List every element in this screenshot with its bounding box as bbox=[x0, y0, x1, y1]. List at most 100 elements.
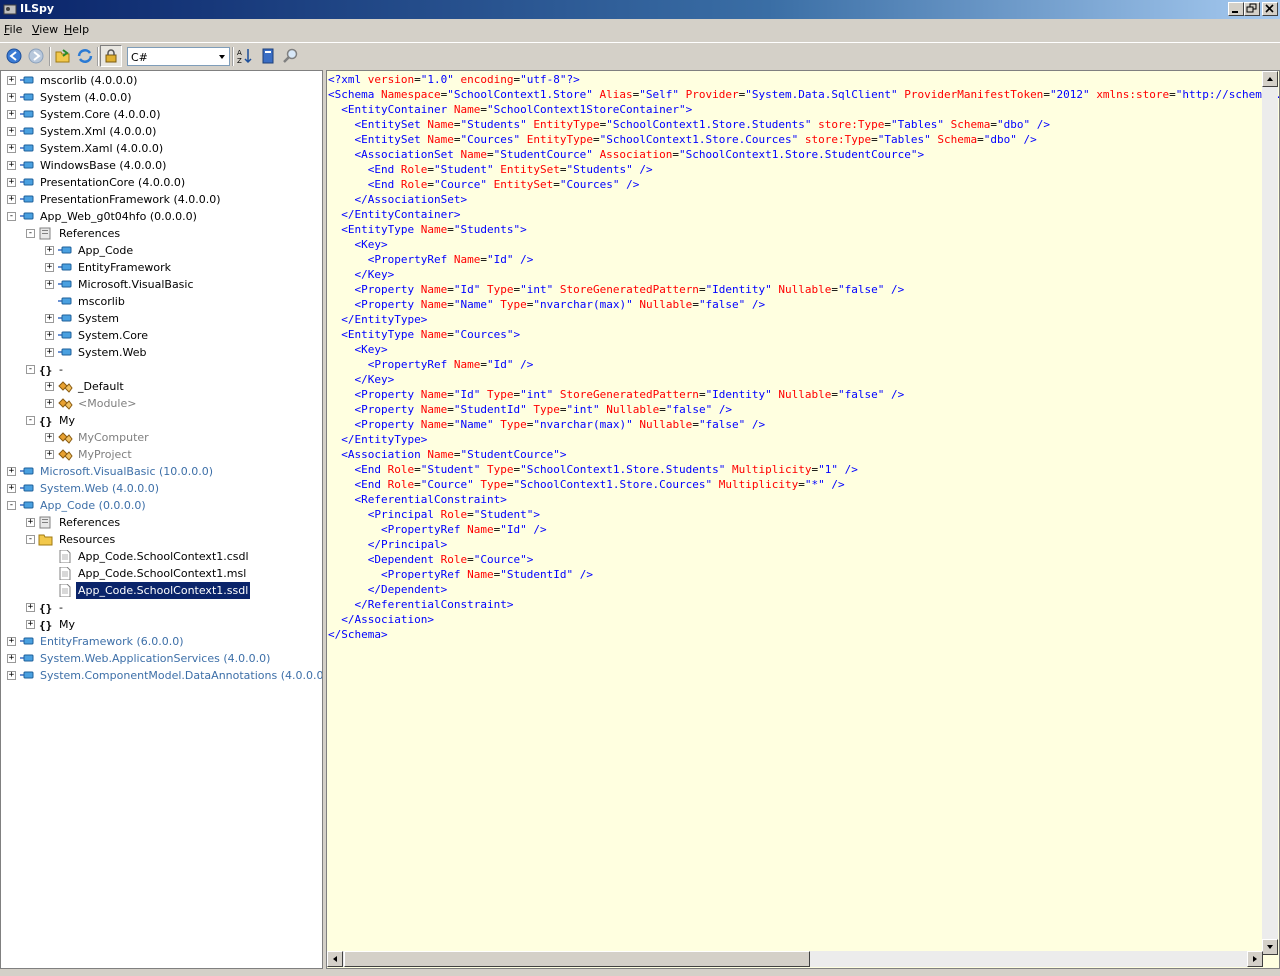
expand-icon[interactable]: + bbox=[7, 637, 16, 646]
code-line: <End Role="Cource" Type="SchoolContext1.… bbox=[354, 478, 845, 491]
close-icon bbox=[1265, 4, 1274, 13]
expand-icon[interactable]: + bbox=[7, 144, 16, 153]
minimize-button[interactable] bbox=[1228, 2, 1244, 16]
arrow-left-icon[interactable] bbox=[5, 47, 23, 65]
assembly-icon bbox=[19, 669, 35, 682]
refresh-icon[interactable] bbox=[76, 47, 94, 65]
status-bar bbox=[0, 969, 1280, 976]
expand-icon[interactable]: + bbox=[45, 348, 54, 357]
arrow-up-icon bbox=[1267, 77, 1273, 81]
expand-icon[interactable]: + bbox=[7, 110, 16, 119]
code-line: </ReferentialConstraint> bbox=[354, 598, 514, 611]
tree-node-label: mscorlib bbox=[78, 295, 125, 308]
tree-node-label: Microsoft.VisualBasic (10.0.0.0) bbox=[40, 465, 214, 478]
book-icon[interactable] bbox=[259, 47, 277, 65]
tree-node-label: <Module> bbox=[78, 397, 137, 410]
tree-node-label: My bbox=[59, 618, 76, 631]
tree-node-label: _Default bbox=[78, 380, 124, 393]
tree-node-label: WindowsBase (4.0.0.0) bbox=[40, 159, 167, 172]
expand-icon[interactable]: + bbox=[45, 382, 54, 391]
expand-icon[interactable]: + bbox=[7, 654, 16, 663]
namespace-icon: {} bbox=[38, 601, 54, 615]
expand-icon[interactable]: + bbox=[45, 331, 54, 340]
menu-bar: File View Help bbox=[0, 19, 1280, 41]
assembly-icon bbox=[57, 312, 73, 325]
tree-node-label: System.Xaml (4.0.0.0) bbox=[40, 142, 164, 155]
collapse-icon[interactable]: - bbox=[26, 365, 35, 374]
code-line: <PropertyRef Name="StudentId" /> bbox=[380, 568, 593, 581]
code-line: <EntitySet Name="Cources" EntityType="Sc… bbox=[354, 133, 1037, 146]
expand-icon[interactable]: + bbox=[7, 161, 16, 170]
collapse-icon[interactable]: - bbox=[26, 535, 35, 544]
expand-icon[interactable]: + bbox=[45, 246, 54, 255]
class-icon bbox=[57, 448, 73, 461]
search-icon[interactable] bbox=[282, 47, 300, 65]
scroll-down-button[interactable] bbox=[1262, 939, 1278, 955]
collapse-icon[interactable]: - bbox=[26, 416, 35, 425]
horizontal-scroll-thumb[interactable] bbox=[344, 951, 810, 967]
arrow-right-icon[interactable] bbox=[27, 47, 45, 65]
expand-icon[interactable]: + bbox=[7, 195, 16, 204]
assembly-icon bbox=[57, 261, 73, 274]
code-line: </Association> bbox=[341, 613, 434, 626]
tree-node-label: App_Web_g0t04hfo (0.0.0.0) bbox=[40, 210, 197, 223]
tree-node-label: System.Web (4.0.0.0) bbox=[40, 482, 160, 495]
scroll-up-button[interactable] bbox=[1262, 71, 1278, 87]
references-icon bbox=[38, 227, 54, 240]
close-button[interactable] bbox=[1262, 2, 1278, 16]
expand-icon[interactable]: + bbox=[7, 127, 16, 136]
expand-icon[interactable]: + bbox=[26, 603, 35, 612]
expand-icon[interactable]: + bbox=[45, 263, 54, 272]
code-line: <Property Name="Name" Type="nvarchar(max… bbox=[354, 418, 766, 431]
file-icon bbox=[57, 566, 73, 581]
assembly-icon bbox=[57, 346, 73, 359]
expand-icon[interactable]: + bbox=[7, 484, 16, 493]
collapse-icon[interactable]: - bbox=[7, 501, 16, 510]
code-line: <End Role="Student" EntitySet="Students"… bbox=[367, 163, 653, 176]
tree-node-label: References bbox=[59, 516, 121, 529]
menu-help[interactable]: Help bbox=[64, 23, 89, 36]
assembly-icon bbox=[19, 176, 35, 189]
expand-icon[interactable]: + bbox=[45, 399, 54, 408]
decompiler-output[interactable]: <?xml version="1.0" encoding="utf-8"?> <S… bbox=[326, 70, 1280, 969]
scroll-right-button[interactable] bbox=[1247, 951, 1263, 967]
expand-icon[interactable]: + bbox=[45, 314, 54, 323]
assembly-icon bbox=[19, 499, 35, 512]
svg-text:{}: {} bbox=[39, 619, 52, 631]
expand-icon[interactable]: + bbox=[26, 620, 35, 629]
expand-icon[interactable]: + bbox=[7, 93, 16, 102]
expand-icon[interactable]: + bbox=[7, 671, 16, 680]
show-internal-toggle[interactable] bbox=[100, 45, 122, 67]
expand-icon[interactable]: + bbox=[26, 518, 35, 527]
menu-view[interactable]: View bbox=[32, 23, 58, 36]
tree-node-label: mscorlib (4.0.0.0) bbox=[40, 74, 138, 87]
scroll-left-button[interactable] bbox=[327, 951, 343, 967]
collapse-icon[interactable]: - bbox=[7, 212, 16, 221]
restore-button[interactable] bbox=[1244, 2, 1260, 16]
file-icon bbox=[57, 583, 73, 598]
assembly-tree[interactable]: + mscorlib (4.0.0.0) + System (4.0.0.0) + Sys… bbox=[0, 70, 323, 969]
assembly-icon bbox=[19, 482, 35, 495]
menu-file[interactable]: File bbox=[4, 23, 22, 36]
xml-code: <?xml version="1.0" encoding="utf-8"?> <S… bbox=[328, 72, 1279, 642]
code-line: <Principal Role="Student"> bbox=[367, 508, 540, 521]
assembly-icon bbox=[19, 652, 35, 665]
collapse-icon[interactable]: - bbox=[26, 229, 35, 238]
sort-icon[interactable]: AZ bbox=[236, 47, 254, 65]
expand-icon[interactable]: + bbox=[45, 433, 54, 442]
expand-icon[interactable]: + bbox=[45, 450, 54, 459]
expand-icon[interactable]: + bbox=[7, 76, 16, 85]
minimize-icon bbox=[1232, 11, 1238, 13]
language-select[interactable]: C# bbox=[127, 47, 230, 66]
horizontal-scrollbar[interactable] bbox=[327, 951, 1263, 967]
expand-icon[interactable]: + bbox=[7, 467, 16, 476]
open-folder-icon[interactable] bbox=[54, 47, 72, 65]
expand-icon[interactable]: + bbox=[7, 178, 16, 187]
assembly-icon bbox=[57, 295, 73, 308]
expand-icon[interactable]: + bbox=[45, 280, 54, 289]
tree-node-label: MyProject bbox=[78, 448, 132, 461]
vertical-scrollbar[interactable] bbox=[1262, 71, 1278, 955]
assembly-icon bbox=[19, 91, 35, 104]
code-line: </Dependent> bbox=[367, 583, 448, 596]
code-line: <Property Name="Id" Type="int" StoreGene… bbox=[354, 283, 905, 296]
